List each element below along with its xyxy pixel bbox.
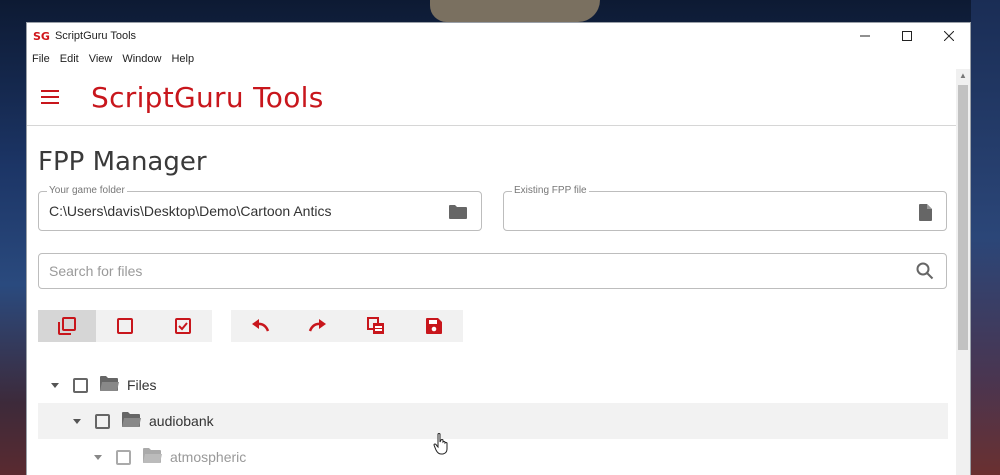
selection-button-group <box>38 310 212 342</box>
file-icon[interactable] <box>919 204 932 226</box>
tree-label: atmospheric <box>170 449 247 465</box>
folder-icon[interactable] <box>449 204 467 224</box>
action-button-group <box>231 310 463 342</box>
title-bar[interactable]: SG ScriptGuru Tools <box>27 23 970 49</box>
menu-edit[interactable]: Edit <box>60 53 79 65</box>
minimize-icon <box>860 35 870 37</box>
app-header: ScriptGuru Tools <box>27 69 970 126</box>
mouse-cursor-icon <box>433 433 449 460</box>
undo-icon <box>252 319 270 332</box>
redo-button[interactable] <box>289 310 347 342</box>
expand-caret-icon[interactable] <box>51 382 59 388</box>
menu-bar: File Edit View Window Help <box>27 49 970 69</box>
desktop-rock <box>430 0 600 22</box>
app-window: SG ScriptGuru Tools File Edit View Windo… <box>26 22 971 475</box>
desktop-background <box>971 0 1000 475</box>
fpp-file-field[interactable]: Existing FPP file <box>503 185 947 231</box>
vertical-scrollbar[interactable]: ▲ <box>956 69 970 475</box>
search-field[interactable]: Search for files <box>38 253 947 289</box>
game-folder-value: C:\Users\davis\Desktop\Demo\Cartoon Anti… <box>49 203 332 219</box>
expand-caret-icon[interactable] <box>73 418 81 424</box>
maximize-button[interactable] <box>886 23 928 49</box>
path-fields-row: Your game folder C:\Users\davis\Desktop\… <box>38 185 948 231</box>
search-icon[interactable] <box>916 262 934 285</box>
folder-open-icon <box>100 376 119 394</box>
select-all-icon <box>58 317 76 335</box>
minimize-button[interactable] <box>844 23 886 49</box>
folder-open-icon <box>122 412 141 430</box>
copy-button[interactable] <box>347 310 405 342</box>
main-content: FPP Manager Your game folder C:\Users\da… <box>38 127 948 475</box>
redo-icon <box>308 319 326 332</box>
close-button[interactable] <box>928 23 970 49</box>
maximize-icon <box>902 31 912 41</box>
tree-row[interactable]: Files <box>38 367 948 403</box>
undo-button[interactable] <box>231 310 289 342</box>
folder-open-icon <box>143 448 162 466</box>
save-icon <box>426 318 442 334</box>
scroll-thumb[interactable] <box>958 85 968 350</box>
tree-checkbox[interactable] <box>116 449 131 465</box>
checkbox-checked-icon <box>175 318 191 334</box>
file-tree: Files audiobank atmospheric <box>38 367 948 475</box>
tree-checkbox[interactable] <box>73 377 88 393</box>
toolbar <box>38 310 948 342</box>
app-header-title: ScriptGuru Tools <box>91 80 324 114</box>
app-logo: SG <box>33 29 50 43</box>
tree-row[interactable]: audiobank <box>38 403 948 439</box>
game-folder-label: Your game folder <box>47 185 127 196</box>
select-all-button[interactable] <box>38 310 96 342</box>
copy-icon <box>367 317 384 334</box>
search-placeholder: Search for files <box>49 263 143 279</box>
tree-row[interactable]: atmospheric <box>38 439 948 475</box>
close-icon <box>944 31 954 41</box>
tree-label: Files <box>127 377 157 393</box>
menu-file[interactable]: File <box>32 53 50 65</box>
window-controls <box>844 23 970 49</box>
scroll-up-arrow-icon[interactable]: ▲ <box>956 69 970 83</box>
save-button[interactable] <box>405 310 463 342</box>
window-title: ScriptGuru Tools <box>54 30 137 42</box>
hamburger-menu-icon[interactable] <box>41 90 61 104</box>
checkbox-empty-icon <box>117 318 133 334</box>
check-selected-button[interactable] <box>154 310 212 342</box>
menu-view[interactable]: View <box>89 53 113 65</box>
game-folder-field[interactable]: Your game folder C:\Users\davis\Desktop\… <box>38 185 482 231</box>
deselect-all-button[interactable] <box>96 310 154 342</box>
fpp-file-label: Existing FPP file <box>512 185 589 196</box>
expand-caret-icon[interactable] <box>94 454 102 460</box>
page-title: FPP Manager <box>38 147 207 177</box>
menu-window[interactable]: Window <box>122 53 161 65</box>
tree-label: audiobank <box>149 413 214 429</box>
menu-help[interactable]: Help <box>171 53 194 65</box>
tree-checkbox[interactable] <box>95 413 110 429</box>
